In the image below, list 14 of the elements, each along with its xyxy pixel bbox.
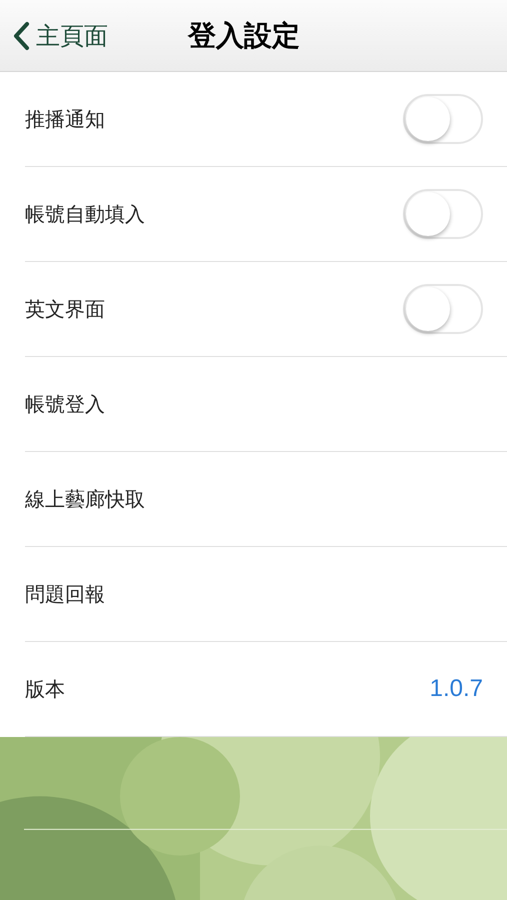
- setting-label: 問題回報: [25, 581, 105, 608]
- toggle-switch[interactable]: [403, 94, 483, 144]
- setting-label: 推播通知: [25, 106, 105, 133]
- setting-label: 英文界面: [25, 296, 105, 323]
- chevron-left-icon: [12, 20, 30, 50]
- toggle-switch[interactable]: [403, 284, 483, 334]
- back-button[interactable]: 主頁面: [0, 18, 108, 54]
- setting-label: 帳號登入: [25, 391, 105, 418]
- version-number: 1.0.7: [430, 674, 483, 704]
- setting-label: 帳號自動填入: [25, 201, 145, 228]
- page-title: 登入設定: [188, 18, 300, 54]
- toggle-switch[interactable]: [403, 189, 483, 239]
- setting-label: 線上藝廊快取: [25, 486, 145, 513]
- setting-label: 版本: [25, 676, 65, 703]
